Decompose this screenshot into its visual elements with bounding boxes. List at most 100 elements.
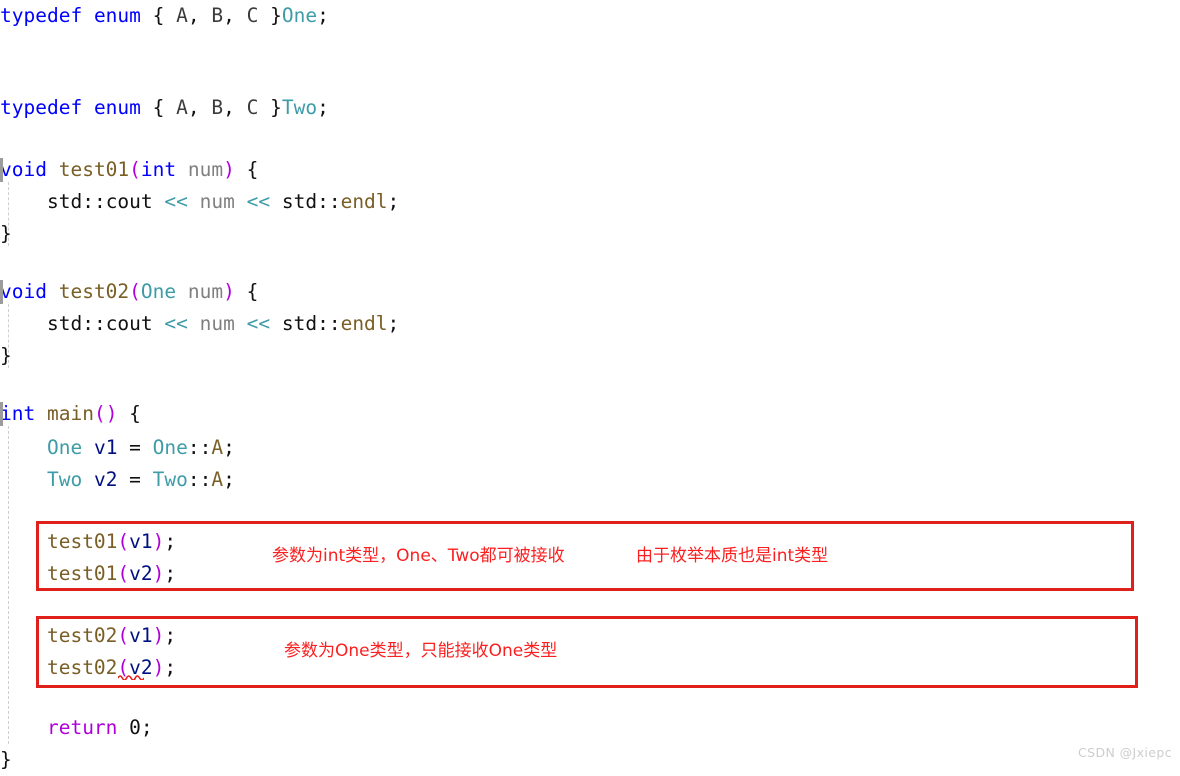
code-token: ,: [187, 96, 212, 119]
code-token: typedef: [0, 4, 83, 27]
code-line[interactable]: [0, 496, 1180, 528]
code-token: void: [0, 280, 47, 303]
code-token: ,: [187, 4, 212, 27]
code-token: One: [152, 436, 188, 459]
code-token: void: [0, 158, 47, 181]
code-token: <<: [164, 190, 188, 213]
code-line[interactable]: typedef enum { A, B, C }One;: [0, 0, 1180, 32]
code-token: (): [93, 402, 118, 425]
code-token: ;: [140, 716, 153, 739]
code-token: ): [152, 624, 165, 647]
code-token: num: [187, 280, 224, 303]
code-line[interactable]: std::cout << num << std::endl;: [0, 186, 1180, 218]
code-token: (: [117, 562, 130, 585]
code-line[interactable]: }: [0, 218, 1180, 250]
code-token: test02: [46, 624, 118, 647]
code-token: ::: [317, 312, 341, 335]
code-fold-bar-icon[interactable]: [0, 158, 3, 182]
code-line[interactable]: [0, 590, 1180, 622]
code-token: v1: [129, 530, 153, 553]
code-token: A: [176, 4, 188, 27]
code-line[interactable]: test01(v2);: [0, 558, 1180, 590]
code-token: One: [281, 4, 318, 27]
code-token: }: [258, 96, 282, 119]
code-token: ;: [164, 624, 177, 647]
code-line[interactable]: typedef enum { A, B, C }Two;: [0, 92, 1180, 124]
code-token: return: [46, 716, 118, 739]
code-token: (: [129, 158, 141, 181]
code-line[interactable]: test01(v1);: [0, 526, 1180, 558]
code-token: {: [234, 158, 259, 181]
code-token: ): [152, 530, 165, 553]
code-fold-bar-icon[interactable]: [0, 280, 3, 304]
code-line[interactable]: int main() {: [0, 398, 1180, 430]
code-token: <<: [246, 312, 271, 335]
code-token: =: [117, 436, 153, 459]
code-token: ::: [187, 468, 212, 491]
code-line[interactable]: return 0;: [0, 712, 1180, 744]
code-line[interactable]: }: [0, 340, 1180, 372]
code-token: }: [0, 344, 12, 367]
code-line[interactable]: test02(v1);: [0, 620, 1180, 652]
code-token: ;: [387, 312, 400, 335]
code-editor[interactable]: typedef enum { A, B, C }One; typedef enum…: [0, 0, 1180, 771]
code-line[interactable]: Two v2 = Two::A;: [0, 464, 1180, 496]
code-token: ::: [187, 436, 212, 459]
code-line[interactable]: }: [0, 744, 1180, 776]
code-token: <<: [164, 312, 188, 335]
code-token: ): [223, 158, 235, 181]
code-line[interactable]: One v1 = One::A;: [0, 432, 1180, 464]
annotation-note-text: 参数为int类型，One、Two都可被接收: [272, 546, 565, 566]
code-token: {: [117, 402, 141, 425]
code-token: One: [140, 280, 177, 303]
code-line[interactable]: test02(v2);: [0, 652, 1180, 684]
code-token: test02: [58, 280, 130, 303]
code-token: enum: [93, 96, 141, 119]
csdn-watermark: CSDN @Jxiepc: [1078, 745, 1172, 760]
code-token: v2: [129, 562, 153, 585]
code-token: enum: [93, 4, 141, 27]
code-token: (: [117, 624, 130, 647]
code-token: test02: [46, 656, 118, 679]
code-token: num: [199, 190, 235, 213]
code-token: (: [117, 530, 130, 553]
code-token: ;: [223, 436, 235, 459]
code-token: num: [187, 158, 224, 181]
code-token: int: [140, 158, 177, 181]
code-fold-bar-icon[interactable]: [0, 402, 3, 426]
code-token: ::: [317, 190, 341, 213]
code-line[interactable]: std::cout << num << std::endl;: [0, 308, 1180, 340]
code-token: ;: [164, 562, 177, 585]
code-line[interactable]: void test02(One num) {: [0, 276, 1180, 308]
code-line[interactable]: void test01(int num) {: [0, 154, 1180, 186]
code-token: ::: [82, 312, 106, 335]
code-token: v1: [93, 436, 118, 459]
code-token: v1: [129, 624, 153, 647]
code-token: {: [140, 4, 177, 27]
code-token: endl: [340, 312, 388, 335]
code-token: <<: [246, 190, 271, 213]
code-token: typedef: [0, 96, 83, 119]
code-token: main: [46, 402, 94, 425]
code-token: C: [246, 4, 259, 27]
